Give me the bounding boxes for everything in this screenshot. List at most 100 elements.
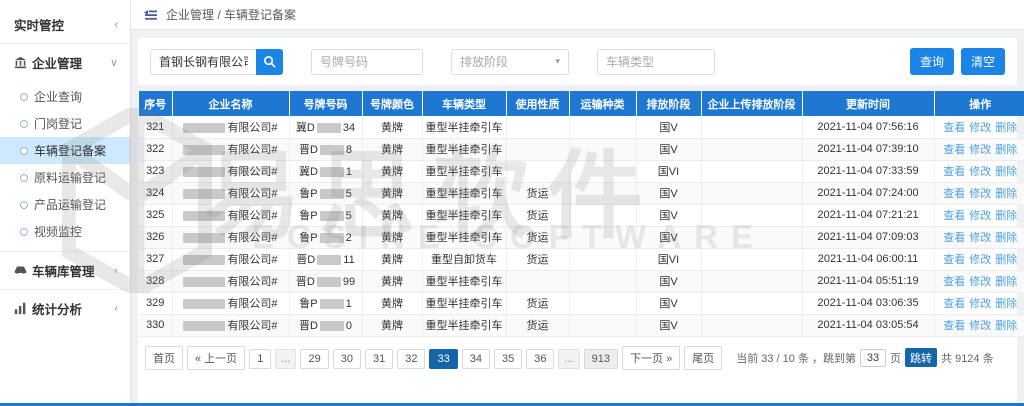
delete-link[interactable]: 删除 — [995, 166, 1017, 178]
cell-company: 有限公司# — [172, 248, 289, 270]
sidebar-item-enterprise[interactable]: 企业管理 ∨ — [0, 44, 130, 81]
pagination-button-30[interactable]: 30 — [333, 349, 361, 369]
cell-transport-kind — [569, 270, 636, 292]
plate-number-input[interactable] — [311, 49, 423, 75]
redaction-block — [183, 233, 225, 243]
edit-link[interactable]: 修改 — [969, 210, 991, 222]
delete-link[interactable]: 删除 — [995, 144, 1017, 156]
pagination-button-下一页 »[interactable]: 下一页 » — [622, 346, 680, 370]
emission-stage-select[interactable]: 排放阶段 ▾ — [451, 49, 569, 75]
breadcrumb-bar: 企业管理 / 车辆登记备案 — [131, 0, 1024, 30]
delete-link[interactable]: 删除 — [995, 232, 1017, 244]
redaction-block — [183, 123, 225, 133]
jump-button[interactable]: 跳转 — [905, 348, 937, 367]
cell-emission-stage: 国V — [636, 292, 701, 314]
sidebar-subitem-视频监控[interactable]: 视频监控 — [0, 218, 130, 245]
cell-plate: 鲁P2 — [289, 226, 362, 248]
pagination-button-34[interactable]: 34 — [462, 349, 490, 369]
edit-link[interactable]: 修改 — [969, 144, 991, 156]
pagination-button-29[interactable]: 29 — [300, 349, 328, 369]
view-link[interactable]: 查看 — [943, 254, 965, 266]
clear-button[interactable]: 清空 — [961, 48, 1005, 75]
view-link[interactable]: 查看 — [943, 298, 965, 310]
sidebar-subitem-车辆登记备案[interactable]: 车辆登记备案 — [0, 137, 130, 164]
edit-link[interactable]: 修改 — [969, 188, 991, 200]
vehicle-type-input[interactable] — [597, 49, 715, 75]
main-area: 企业管理 / 车辆登记备案 排放阶段 ▾ 查询 清空 — [131, 0, 1024, 406]
pagination-button-32[interactable]: 32 — [397, 349, 425, 369]
cell-plate-color: 黄牌 — [362, 314, 422, 336]
cell-vehicle-type: 重型半挂牵引车 — [422, 292, 506, 314]
edit-link[interactable]: 修改 — [969, 232, 991, 244]
table-row: 326 有限公司# 鲁P2 黄牌 重型半挂牵引车 货运 国V 2021-11-0… — [139, 226, 1024, 248]
cell-upload-emission-stage — [701, 248, 802, 270]
sidebar-item-label: 车辆库管理 — [32, 261, 95, 280]
pagination-button-35[interactable]: 35 — [494, 349, 522, 369]
cell-usage: 货运 — [506, 182, 569, 204]
view-link[interactable]: 查看 — [943, 232, 965, 244]
view-link[interactable]: 查看 — [943, 144, 965, 156]
sidebar-item-label: 企业管理 — [32, 53, 82, 72]
cell-actions: 查看修改删除 — [934, 160, 1024, 182]
cell-updated-time: 2021-11-04 05:51:19 — [802, 270, 934, 292]
redaction-block — [317, 277, 341, 287]
sidebar-subitem-产品运输登记[interactable]: 产品运输登记 — [0, 191, 130, 218]
column-header: 更新时间 — [802, 91, 934, 116]
view-link[interactable]: 查看 — [943, 210, 965, 222]
edit-link[interactable]: 修改 — [969, 254, 991, 266]
cell-vehicle-type: 重型自卸货车 — [422, 248, 506, 270]
sidebar-subitem-门岗登记[interactable]: 门岗登记 — [0, 110, 130, 137]
edit-link[interactable]: 修改 — [969, 122, 991, 134]
cell-company: 有限公司# — [172, 314, 289, 336]
sidebar-item-statistics[interactable]: 统计分析 ‹ — [0, 290, 130, 327]
edit-link[interactable]: 修改 — [969, 166, 991, 178]
delete-link[interactable]: 删除 — [995, 122, 1017, 134]
jump-page-input[interactable] — [860, 349, 886, 367]
delete-link[interactable]: 删除 — [995, 298, 1017, 310]
cell-actions: 查看修改删除 — [934, 270, 1024, 292]
table-row: 325 有限公司# 鲁P5 黄牌 重型半挂牵引车 货运 国V 2021-11-0… — [139, 204, 1024, 226]
pagination-button-913[interactable]: 913 — [584, 349, 618, 369]
chevron-left-icon: ‹ — [114, 303, 118, 315]
delete-link[interactable]: 删除 — [995, 188, 1017, 200]
delete-link[interactable]: 删除 — [995, 210, 1017, 222]
sidebar-subitem-原料运输登记[interactable]: 原料运输登记 — [0, 164, 130, 191]
edit-link[interactable]: 修改 — [969, 276, 991, 288]
pagination-button-1[interactable]: 1 — [249, 349, 271, 369]
pagination-button-31[interactable]: 31 — [365, 349, 393, 369]
edit-link[interactable]: 修改 — [969, 320, 991, 332]
redaction-block — [320, 145, 344, 155]
cell-emission-stage: 国V — [636, 138, 701, 160]
cell-vehicle-type: 重型半挂牵引车 — [422, 204, 506, 226]
view-link[interactable]: 查看 — [943, 276, 965, 288]
sidebar-item-realtime[interactable]: 实时管控 ‹ — [0, 6, 130, 43]
view-link[interactable]: 查看 — [943, 188, 965, 200]
delete-link[interactable]: 删除 — [995, 254, 1017, 266]
pagination-button-33[interactable]: 33 — [429, 349, 457, 369]
cell-emission-stage: 国VI — [636, 160, 701, 182]
cell-upload-emission-stage — [701, 116, 802, 138]
pagination-button-36[interactable]: 36 — [526, 349, 554, 369]
collapse-menu-icon[interactable] — [143, 9, 158, 21]
pagination-button-尾页[interactable]: 尾页 — [684, 346, 722, 370]
cell-vehicle-type: 重型半挂牵引车 — [422, 226, 506, 248]
view-link[interactable]: 查看 — [943, 166, 965, 178]
search-button[interactable] — [256, 49, 283, 75]
edit-link[interactable]: 修改 — [969, 298, 991, 310]
app-window: 实时管控 ‹ 企业管理 ∨ 企业查询门岗登记车辆登记备案原料运输登记产品运输登记… — [0, 0, 1024, 406]
sidebar-subitem-企业查询[interactable]: 企业查询 — [0, 83, 130, 110]
query-button[interactable]: 查询 — [910, 48, 954, 75]
cell-transport-kind — [569, 292, 636, 314]
view-link[interactable]: 查看 — [943, 320, 965, 332]
cell-plate: 晋D99 — [289, 270, 362, 292]
view-link[interactable]: 查看 — [943, 122, 965, 134]
cell-updated-time: 2021-11-04 07:56:16 — [802, 116, 934, 138]
company-search-input[interactable] — [150, 49, 256, 75]
cell-usage — [506, 116, 569, 138]
delete-link[interactable]: 删除 — [995, 276, 1017, 288]
pagination-button-首页[interactable]: 首页 — [145, 346, 183, 370]
sidebar-item-vehicle-lib[interactable]: 车辆库管理 ‹ — [0, 252, 130, 289]
delete-link[interactable]: 删除 — [995, 320, 1017, 332]
pagination-button-« 上一页[interactable]: « 上一页 — [187, 346, 245, 370]
cell-plate-color: 黄牌 — [362, 160, 422, 182]
